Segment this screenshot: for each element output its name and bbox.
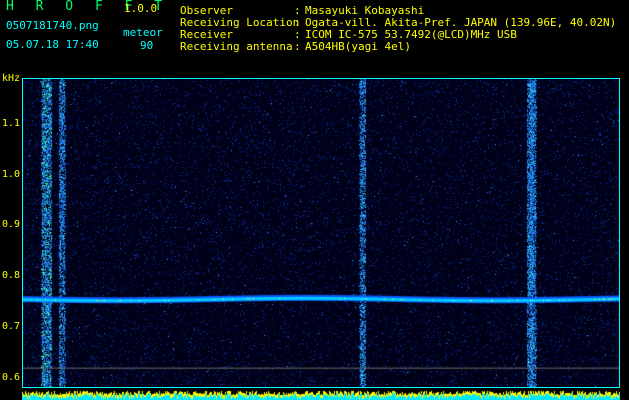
y-tick-label: 0.7	[2, 321, 21, 333]
mode-value: 90	[140, 39, 154, 52]
capture-datetime: 05.07.18 17:40	[6, 38, 99, 51]
info-value-antenna: A504HB(yagi 4el)	[305, 40, 411, 53]
y-tick-label: 1.1	[2, 117, 21, 129]
y-tick-label: 1.0	[2, 168, 21, 180]
spectrogram-plot	[22, 78, 620, 388]
info-separator: :	[294, 40, 301, 53]
app-version: 1.0.0	[124, 2, 158, 15]
y-tick-label: 0.6	[2, 371, 21, 383]
image-filename: 0507181740.png	[6, 19, 99, 32]
y-tick-label: 0.9	[2, 219, 21, 231]
hrofft-window: H R O F F T 1.0.0 0507181740.png meteor …	[0, 0, 629, 400]
signal-level-bar	[22, 388, 620, 400]
y-axis-unit-label: kHz	[2, 73, 21, 84]
y-tick-label: 0.8	[2, 270, 21, 282]
mode-label: meteor	[123, 26, 163, 39]
info-label-antenna: Receiving antenna	[180, 40, 293, 53]
spectrogram-canvas	[22, 78, 620, 388]
